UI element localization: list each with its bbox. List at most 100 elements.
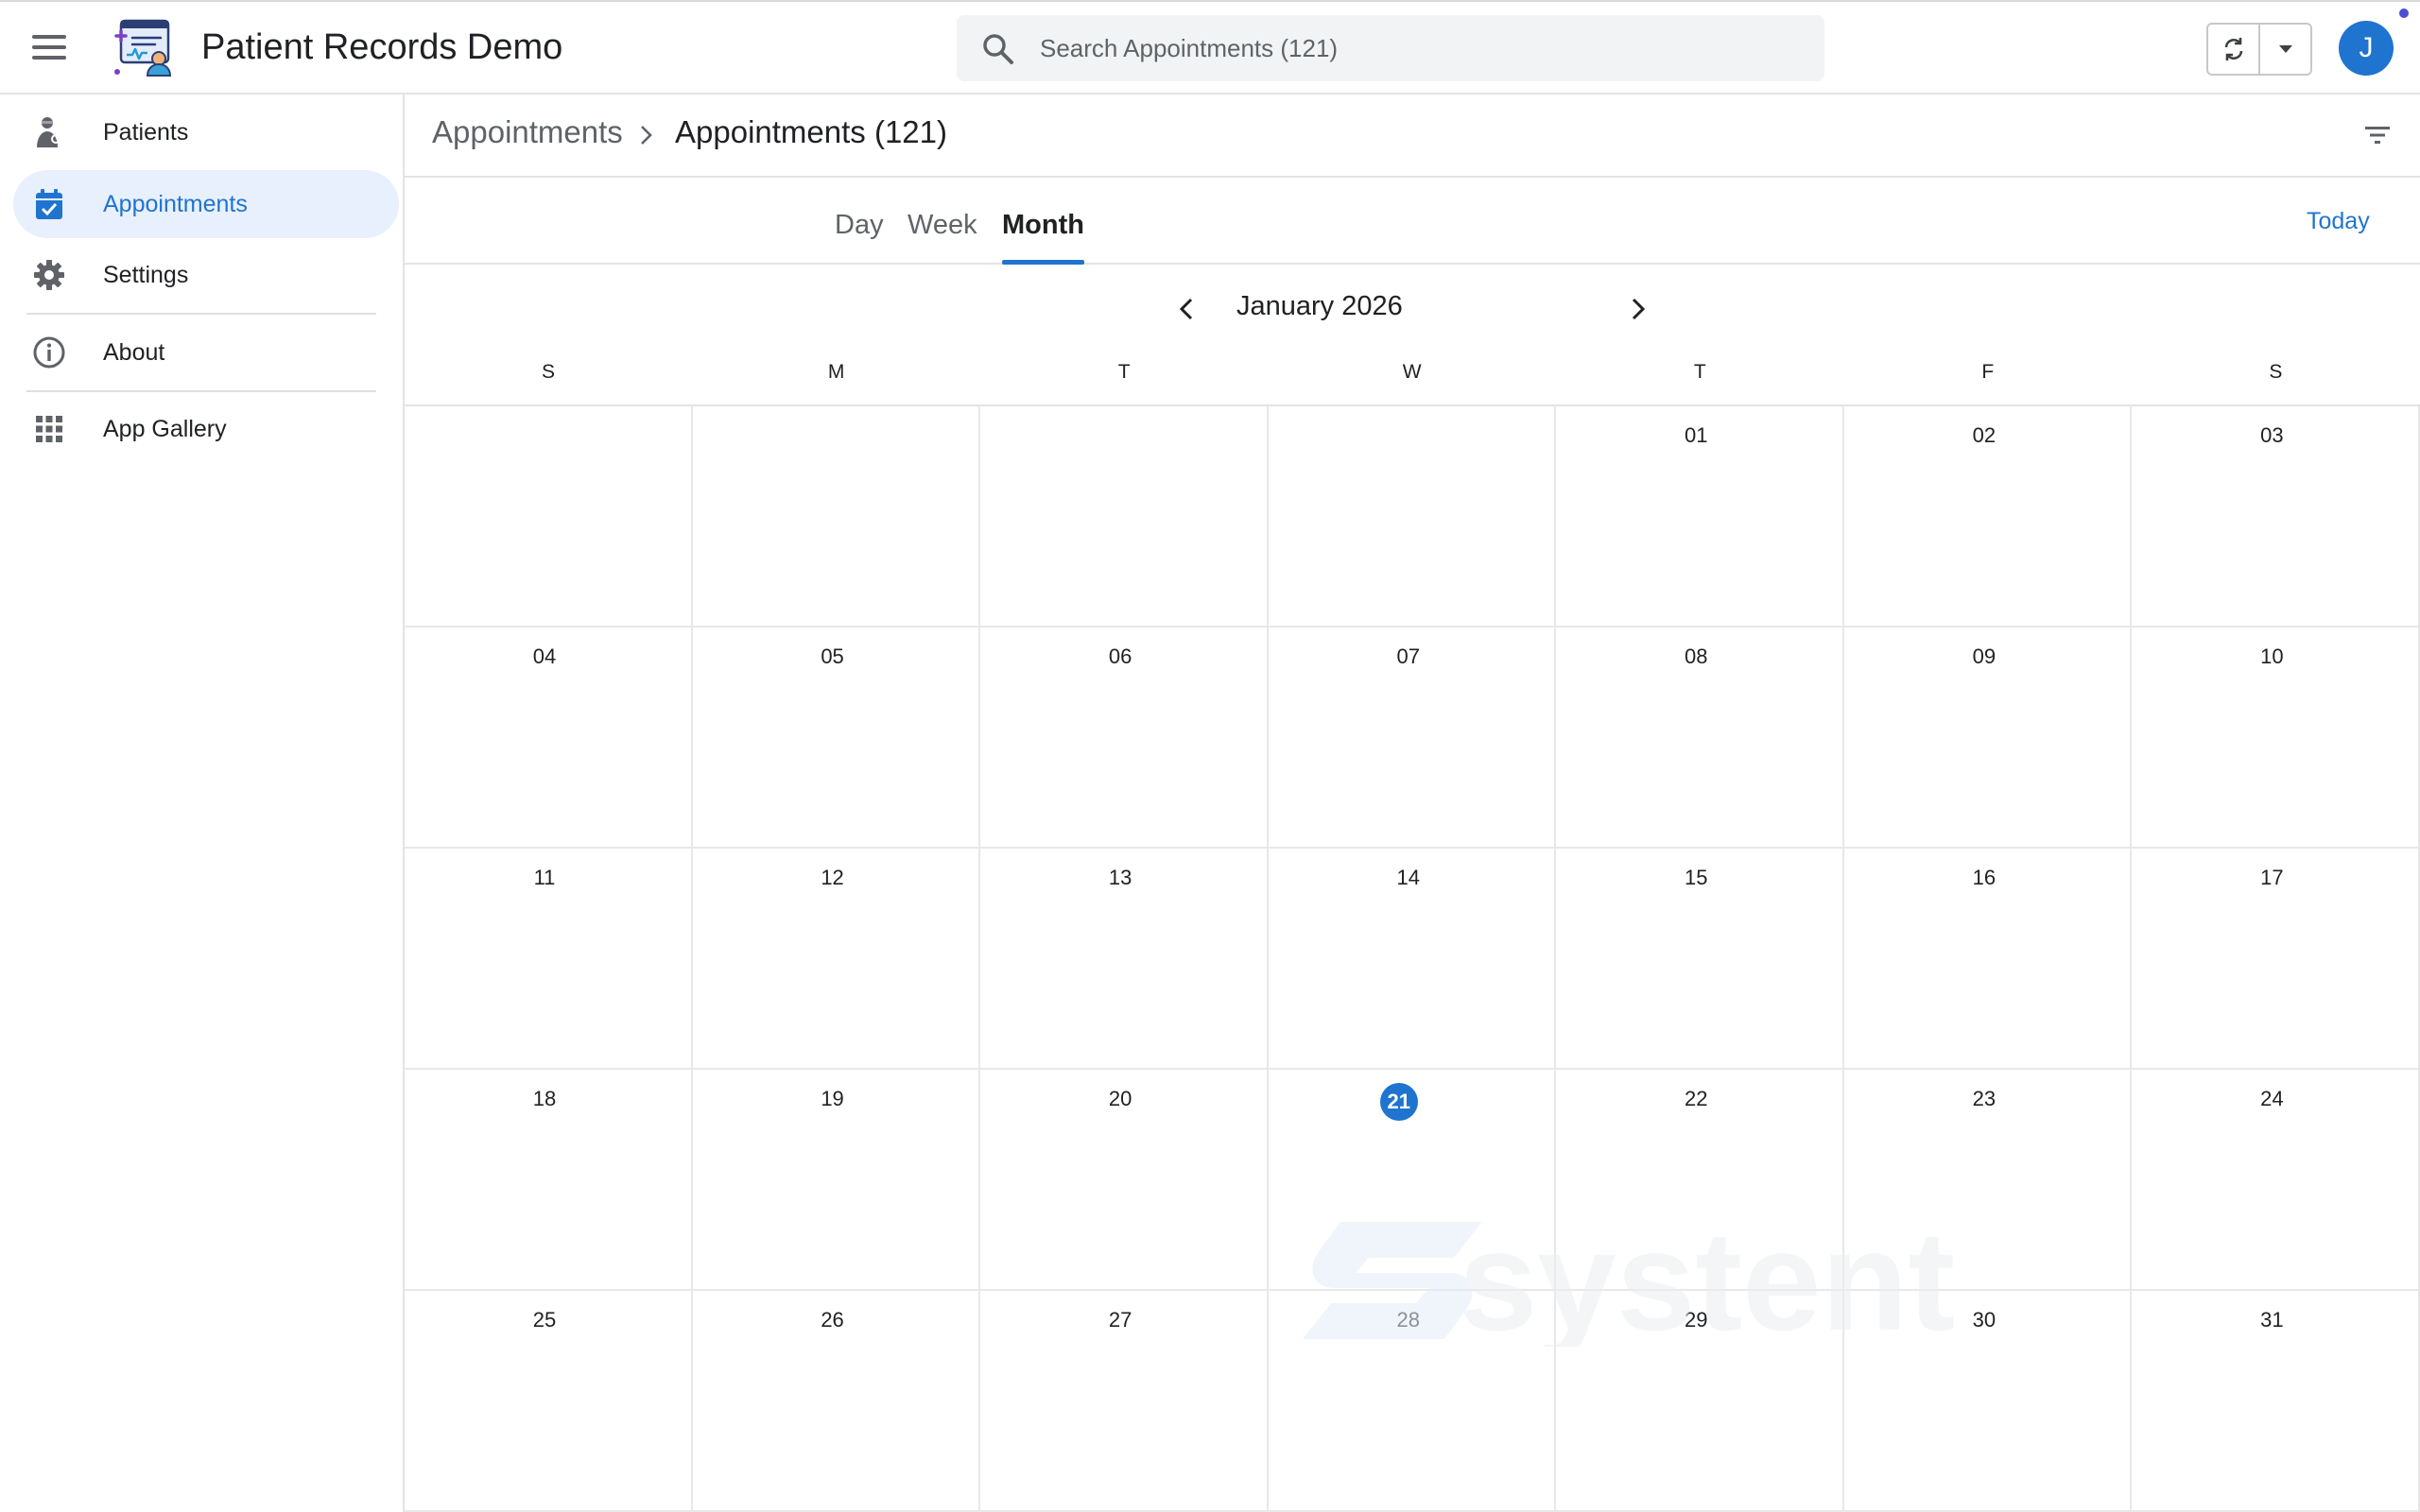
day-number: 14 [1396,866,1420,889]
sync-dropdown-button[interactable] [2260,25,2310,74]
gear-icon [34,260,64,290]
day-number: 27 [1108,1308,1132,1332]
calendar-day-cell[interactable]: 24 [2132,1070,2420,1291]
month-label: January 2026 [1236,291,1403,321]
day-number: 10 [2260,644,2284,668]
breadcrumb-root-link[interactable]: Appointments [432,114,623,150]
calendar-day-cell[interactable]: 03 [2132,406,2420,627]
calendar-day-cell[interactable]: 20 [980,1070,1269,1291]
day-number: 19 [821,1087,844,1110]
search-icon [983,34,1013,64]
calendar-day-cell[interactable]: 01 [1556,406,1844,627]
month-navigation: January 2026 [405,265,2420,357]
day-number: 11 [533,866,556,889]
app-logo [114,19,172,77]
calendar-grid: 01 02 03 04 05 06 07 08 09 10 11 12 13 14 15 16 17 18 19 20… [405,406,2420,1512]
sidebar-item-patients[interactable]: Patients [13,98,399,166]
calendar-day-cell[interactable]: 15 [1556,849,1844,1070]
calendar-day-cell[interactable] [980,406,1269,627]
calendar-day-cell[interactable]: 18 [405,1070,693,1291]
calendar-day-cell[interactable]: 19 [692,1070,981,1291]
search-bar[interactable] [957,15,1824,81]
calendar-day-cell[interactable]: 07 [1268,627,1557,849]
day-number: 13 [1108,866,1132,889]
calendar-day-cell[interactable] [405,406,693,627]
weekday-label: F [1981,361,1995,383]
patient-icon [37,117,60,147]
calendar-check-icon [36,189,62,219]
calendar-day-cell[interactable]: 10 [2132,627,2420,849]
weekday-header: SMTWTFS [405,357,2420,406]
calendar-day-cell[interactable]: 23 [1843,1070,2133,1291]
day-number: 04 [532,644,557,668]
chevron-left-icon[interactable] [1173,295,1201,323]
calendar-day-cell[interactable]: 21 [1268,1070,1557,1291]
calendar-day-cell[interactable]: 05 [692,627,981,849]
calendar-day-cell[interactable]: 27 [980,1291,1269,1512]
sidebar-item-settings[interactable]: Settings [13,241,399,309]
sync-button[interactable] [2208,25,2260,74]
calendar-day-cell[interactable]: 31 [2132,1291,2420,1512]
day-number: 30 [1972,1308,1996,1332]
calendar-day-cell[interactable]: 08 [1556,627,1844,849]
calendar-day-cell[interactable]: 09 [1843,627,2133,849]
menu-icon[interactable] [28,30,70,68]
day-number: 02 [1972,423,1996,447]
tab-label: Day [835,210,884,240]
calendar-day-cell[interactable]: 12 [692,849,981,1070]
calendar-day-cell[interactable]: 02 [1843,406,2133,627]
day-number: 01 [1685,423,1708,447]
calendar-day-cell[interactable]: 14 [1268,849,1557,1070]
calendar-day-cell[interactable]: 17 [2132,849,2420,1070]
weekday-label: S [541,361,555,383]
chevron-right-icon [641,126,652,145]
day-number: 12 [821,866,844,889]
calendar-day-cell[interactable] [1268,406,1557,627]
calendar-day-cell[interactable]: 29 [1556,1291,1844,1512]
sidebar-item-about[interactable]: About [13,318,399,387]
tab-month[interactable]: Month [1002,178,1084,265]
tab-week[interactable]: Week [908,178,977,263]
calendar-day-cell[interactable] [692,406,981,627]
tab-day[interactable]: Day [835,178,884,263]
weekday-label: S [2269,361,2283,383]
day-number: 28 [1396,1308,1420,1332]
day-number: 03 [2260,423,2284,447]
calendar-day-cell[interactable]: 26 [692,1291,981,1512]
app-title: Patient Records Demo [201,27,563,67]
day-number: 23 [1972,1087,1996,1110]
calendar-day-cell[interactable]: 16 [1843,849,2133,1070]
calendar-day-cell[interactable]: 04 [405,627,693,849]
chevron-right-icon[interactable] [1623,295,1651,323]
day-number: 22 [1685,1087,1708,1110]
sidebar-item-appointments[interactable]: Appointments [13,170,399,238]
day-number: 16 [1972,866,1996,889]
sidebar-divider [26,390,376,392]
calendar-day-cell[interactable]: 13 [980,849,1269,1070]
today-button[interactable]: Today [2307,208,2370,235]
calendar-day-cell[interactable]: 22 [1556,1070,1844,1291]
day-number: 29 [1685,1308,1708,1332]
day-number: 06 [1108,644,1132,668]
page-title: Appointments (121) [675,114,947,149]
notification-dot [2399,9,2409,18]
calendar-day-cell[interactable]: 30 [1843,1291,2133,1512]
sidebar-item-label: About [103,339,165,366]
sync-icon [2224,38,2242,60]
weekday-label: T [1693,361,1706,383]
day-number: 15 [1685,866,1708,889]
calendar-day-cell[interactable]: 28 [1268,1291,1557,1512]
calendar-day-cell[interactable]: 11 [405,849,693,1070]
sidebar-item-app-gallery[interactable]: App Gallery [13,395,399,463]
calendar-day-cell[interactable]: 06 [980,627,1269,849]
search-input[interactable] [1040,15,1796,81]
today-day-number: 21 [1379,1083,1418,1121]
calendar-day-cell[interactable]: 25 [405,1291,693,1512]
view-switcher: Day Week Month Today [405,178,2420,265]
weekday-label: T [1117,361,1131,383]
day-number: 09 [1972,644,1996,668]
filter-icon[interactable] [2363,123,2392,147]
sidebar-item-label: Appointments [103,191,248,217]
day-number: 20 [1108,1087,1132,1110]
user-avatar[interactable]: J [2339,21,2394,76]
